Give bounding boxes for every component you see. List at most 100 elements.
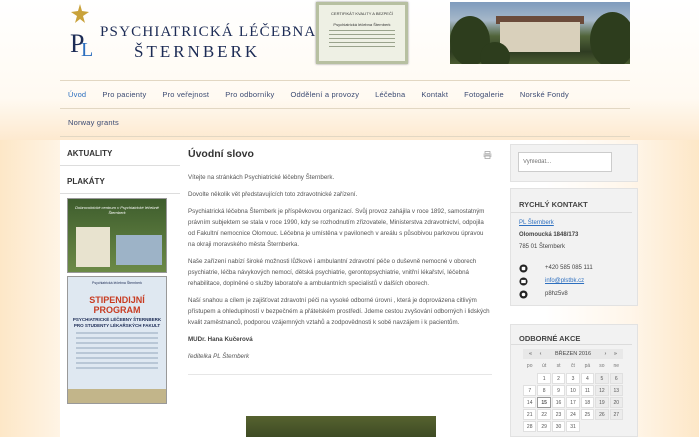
- calendar-day[interactable]: 20: [609, 397, 623, 408]
- poster2-subtitle: PSYCHIATRICKÉ LÉČEBNY ŠTERNBERK PRO STUD…: [72, 317, 162, 328]
- contact-email-link[interactable]: info@plstbk.cz: [545, 278, 584, 284]
- calendar-prev-month-button[interactable]: ‹: [537, 351, 545, 357]
- calendar-day[interactable]: 24: [566, 409, 580, 420]
- content-divider: [188, 374, 492, 375]
- author-role: ředitelka PL Šternberk: [188, 353, 250, 360]
- nav-item-norway-grants[interactable]: Norway grants: [60, 118, 127, 127]
- nav-item-uvod[interactable]: Úvod: [60, 90, 94, 99]
- calendar-day[interactable]: 25: [580, 409, 595, 420]
- calendar-day[interactable]: 10: [566, 385, 580, 396]
- calendar-day[interactable]: 8: [537, 385, 551, 396]
- calendar-day[interactable]: 30: [551, 421, 566, 432]
- certificate-sub: Psychiatrická léčebna Šternberk: [333, 22, 391, 27]
- events-box: ODBORNÉ AKCE « ‹ BŘEZEN 2016 › » po út st č…: [510, 324, 638, 437]
- calendar-day[interactable]: 21: [523, 409, 537, 420]
- calendar-empty-cell: [581, 421, 594, 432]
- calendar-day[interactable]: 31: [566, 421, 580, 432]
- news-heading: AKTUALITY: [60, 140, 180, 166]
- calendar-day[interactable]: 26: [595, 409, 609, 420]
- nav-row-1: Úvod Pro pacienty Pro veřejnost Pro odbo…: [60, 81, 630, 109]
- search-input[interactable]: [518, 152, 612, 172]
- nav-item-pro-odborniky[interactable]: Pro odborníky: [217, 90, 282, 99]
- calendar-day[interactable]: 3: [566, 373, 580, 384]
- calendar-day[interactable]: 17: [566, 397, 580, 408]
- poster-volunteer-center[interactable]: Dobrovolnické centrum v Psychiatrické lé…: [67, 198, 167, 273]
- search-box: [510, 144, 638, 182]
- svg-text:L: L: [81, 39, 93, 58]
- site-header: P L PSYCHIATRICKÁ LÉČEBNA ŠTERNBERK CERT…: [60, 0, 640, 80]
- nav-item-kontakt[interactable]: Kontakt: [413, 90, 456, 99]
- poster2-head: Psychiatrická léčebna Šternberk: [92, 281, 142, 285]
- calendar-day[interactable]: 14: [523, 397, 537, 408]
- calendar-day-name: po: [526, 363, 533, 369]
- calendar-header: « ‹ BŘEZEN 2016 › »: [523, 349, 623, 359]
- calendar-next-month-button[interactable]: ›: [602, 351, 610, 357]
- site-subtitle: ŠTERNBERK: [134, 42, 261, 61]
- nav-row-2: Norway grants: [60, 109, 630, 137]
- page-title: Úvodní slovo: [188, 148, 254, 160]
- building-photo: [450, 2, 630, 64]
- right-sidebar: RYCHLÝ KONTAKT PL Šternberk Olomoucká 18…: [510, 140, 638, 437]
- calendar-day[interactable]: 7: [523, 385, 537, 396]
- logo-icon[interactable]: P L: [66, 2, 100, 58]
- calendar-day[interactable]: 27: [609, 409, 623, 420]
- nav-item-pro-verejnost[interactable]: Pro veřejnost: [154, 90, 217, 99]
- main-content: Úvodní slovo Vítejte na stránkách Psychi…: [180, 140, 500, 437]
- calendar-day[interactable]: 2: [551, 373, 566, 384]
- calendar-grid: po út st čt pá so ne 1 2 3 4 5 6 7 8 9 10 11 12 13 14 15 16 17 1…: [523, 361, 623, 432]
- content-image: [246, 416, 436, 437]
- calendar-day[interactable]: 5: [595, 373, 609, 384]
- calendar-day[interactable]: 23: [551, 409, 566, 420]
- contact-street: Olomoucká 1848/173: [519, 232, 579, 238]
- calendar-prev-year-button[interactable]: «: [526, 351, 535, 357]
- nav-item-fotogalerie[interactable]: Fotogalerie: [456, 90, 512, 99]
- calendar-day[interactable]: 22: [537, 409, 551, 420]
- certificate-label: CERTIFIKÁT KVALITY A BEZPEČÍ: [331, 11, 393, 16]
- poster-scholarship-program[interactable]: Psychiatrická léčebna Šternberk STIPENDI…: [67, 276, 167, 404]
- calendar-day[interactable]: 1: [537, 373, 551, 384]
- calendar-day[interactable]: 29: [537, 421, 551, 432]
- print-icon[interactable]: [483, 151, 492, 159]
- skype-icon: [519, 290, 528, 299]
- contact-phone-row: +420 585 085 111: [511, 263, 637, 276]
- left-sidebar: AKTUALITY PLAKÁTY Dobrovolnické centrum …: [60, 140, 180, 437]
- poster2-title: STIPENDIJNÍ PROGRAM: [89, 295, 145, 315]
- contact-name-link[interactable]: PL Šternberk: [511, 217, 637, 229]
- calendar-day[interactable]: 13: [609, 385, 623, 396]
- calendar-day[interactable]: 15: [537, 397, 551, 408]
- calendar-day-name: čt: [571, 363, 575, 369]
- calendar-day[interactable]: 16: [551, 397, 566, 408]
- calendar-day[interactable]: 12: [595, 385, 609, 396]
- contact-email-row: info@plstbk.cz: [511, 276, 637, 289]
- calendar-day[interactable]: 6: [609, 373, 623, 384]
- intro-paragraph-3: Psychiatrická léčebna Šternberk je přísp…: [188, 208, 485, 248]
- nav-item-oddeleni-a-provozy[interactable]: Oddělení a provozy: [283, 90, 368, 99]
- calendar-empty-cell: [610, 421, 623, 432]
- calendar-day[interactable]: 9: [551, 385, 566, 396]
- phone-icon: [519, 264, 528, 273]
- poster1-text: Dobrovolnické centrum v Psychiatrické lé…: [75, 205, 159, 215]
- calendar-day-name: ne: [613, 363, 620, 369]
- contact-skype: p8hz5v8: [545, 291, 568, 297]
- intro-paragraph-4: Naše zařízení nabízí široké možnosti lůž…: [188, 258, 477, 287]
- calendar-day[interactable]: 18: [580, 397, 595, 408]
- calendar-day-name: so: [599, 363, 605, 369]
- calendar-day[interactable]: 11: [580, 385, 595, 396]
- calendar-next-year-button[interactable]: »: [611, 351, 620, 357]
- author-name: MUDr. Hana Kučerová: [188, 336, 253, 343]
- contact-phone: +420 585 085 111: [545, 265, 593, 271]
- calendar-day[interactable]: 28: [523, 421, 537, 432]
- intro-paragraph-5: Naší snahou a cílem je zajišťovat zdravo…: [188, 297, 490, 326]
- nav-item-pro-pacienty[interactable]: Pro pacienty: [94, 90, 154, 99]
- events-calendar: « ‹ BŘEZEN 2016 › » po út st čt pá so ne 1 2 3 4 5 6…: [523, 349, 623, 432]
- nav-item-norske-fondy[interactable]: Norské Fondy: [512, 90, 577, 99]
- intro-paragraph-2: Dovolte několik vět představujících toto…: [188, 191, 358, 198]
- calendar-day[interactable]: 4: [580, 373, 595, 384]
- calendar-empty-cell: [595, 421, 608, 432]
- calendar-day[interactable]: 19: [595, 397, 609, 408]
- site-title: PSYCHIATRICKÁ LÉČEBNA: [100, 24, 317, 40]
- events-heading: ODBORNÉ AKCE: [511, 325, 632, 345]
- calendar-day-name: pá: [584, 363, 591, 369]
- calendar-empty-cell: [523, 373, 536, 384]
- nav-item-lecebna[interactable]: Léčebna: [367, 90, 413, 99]
